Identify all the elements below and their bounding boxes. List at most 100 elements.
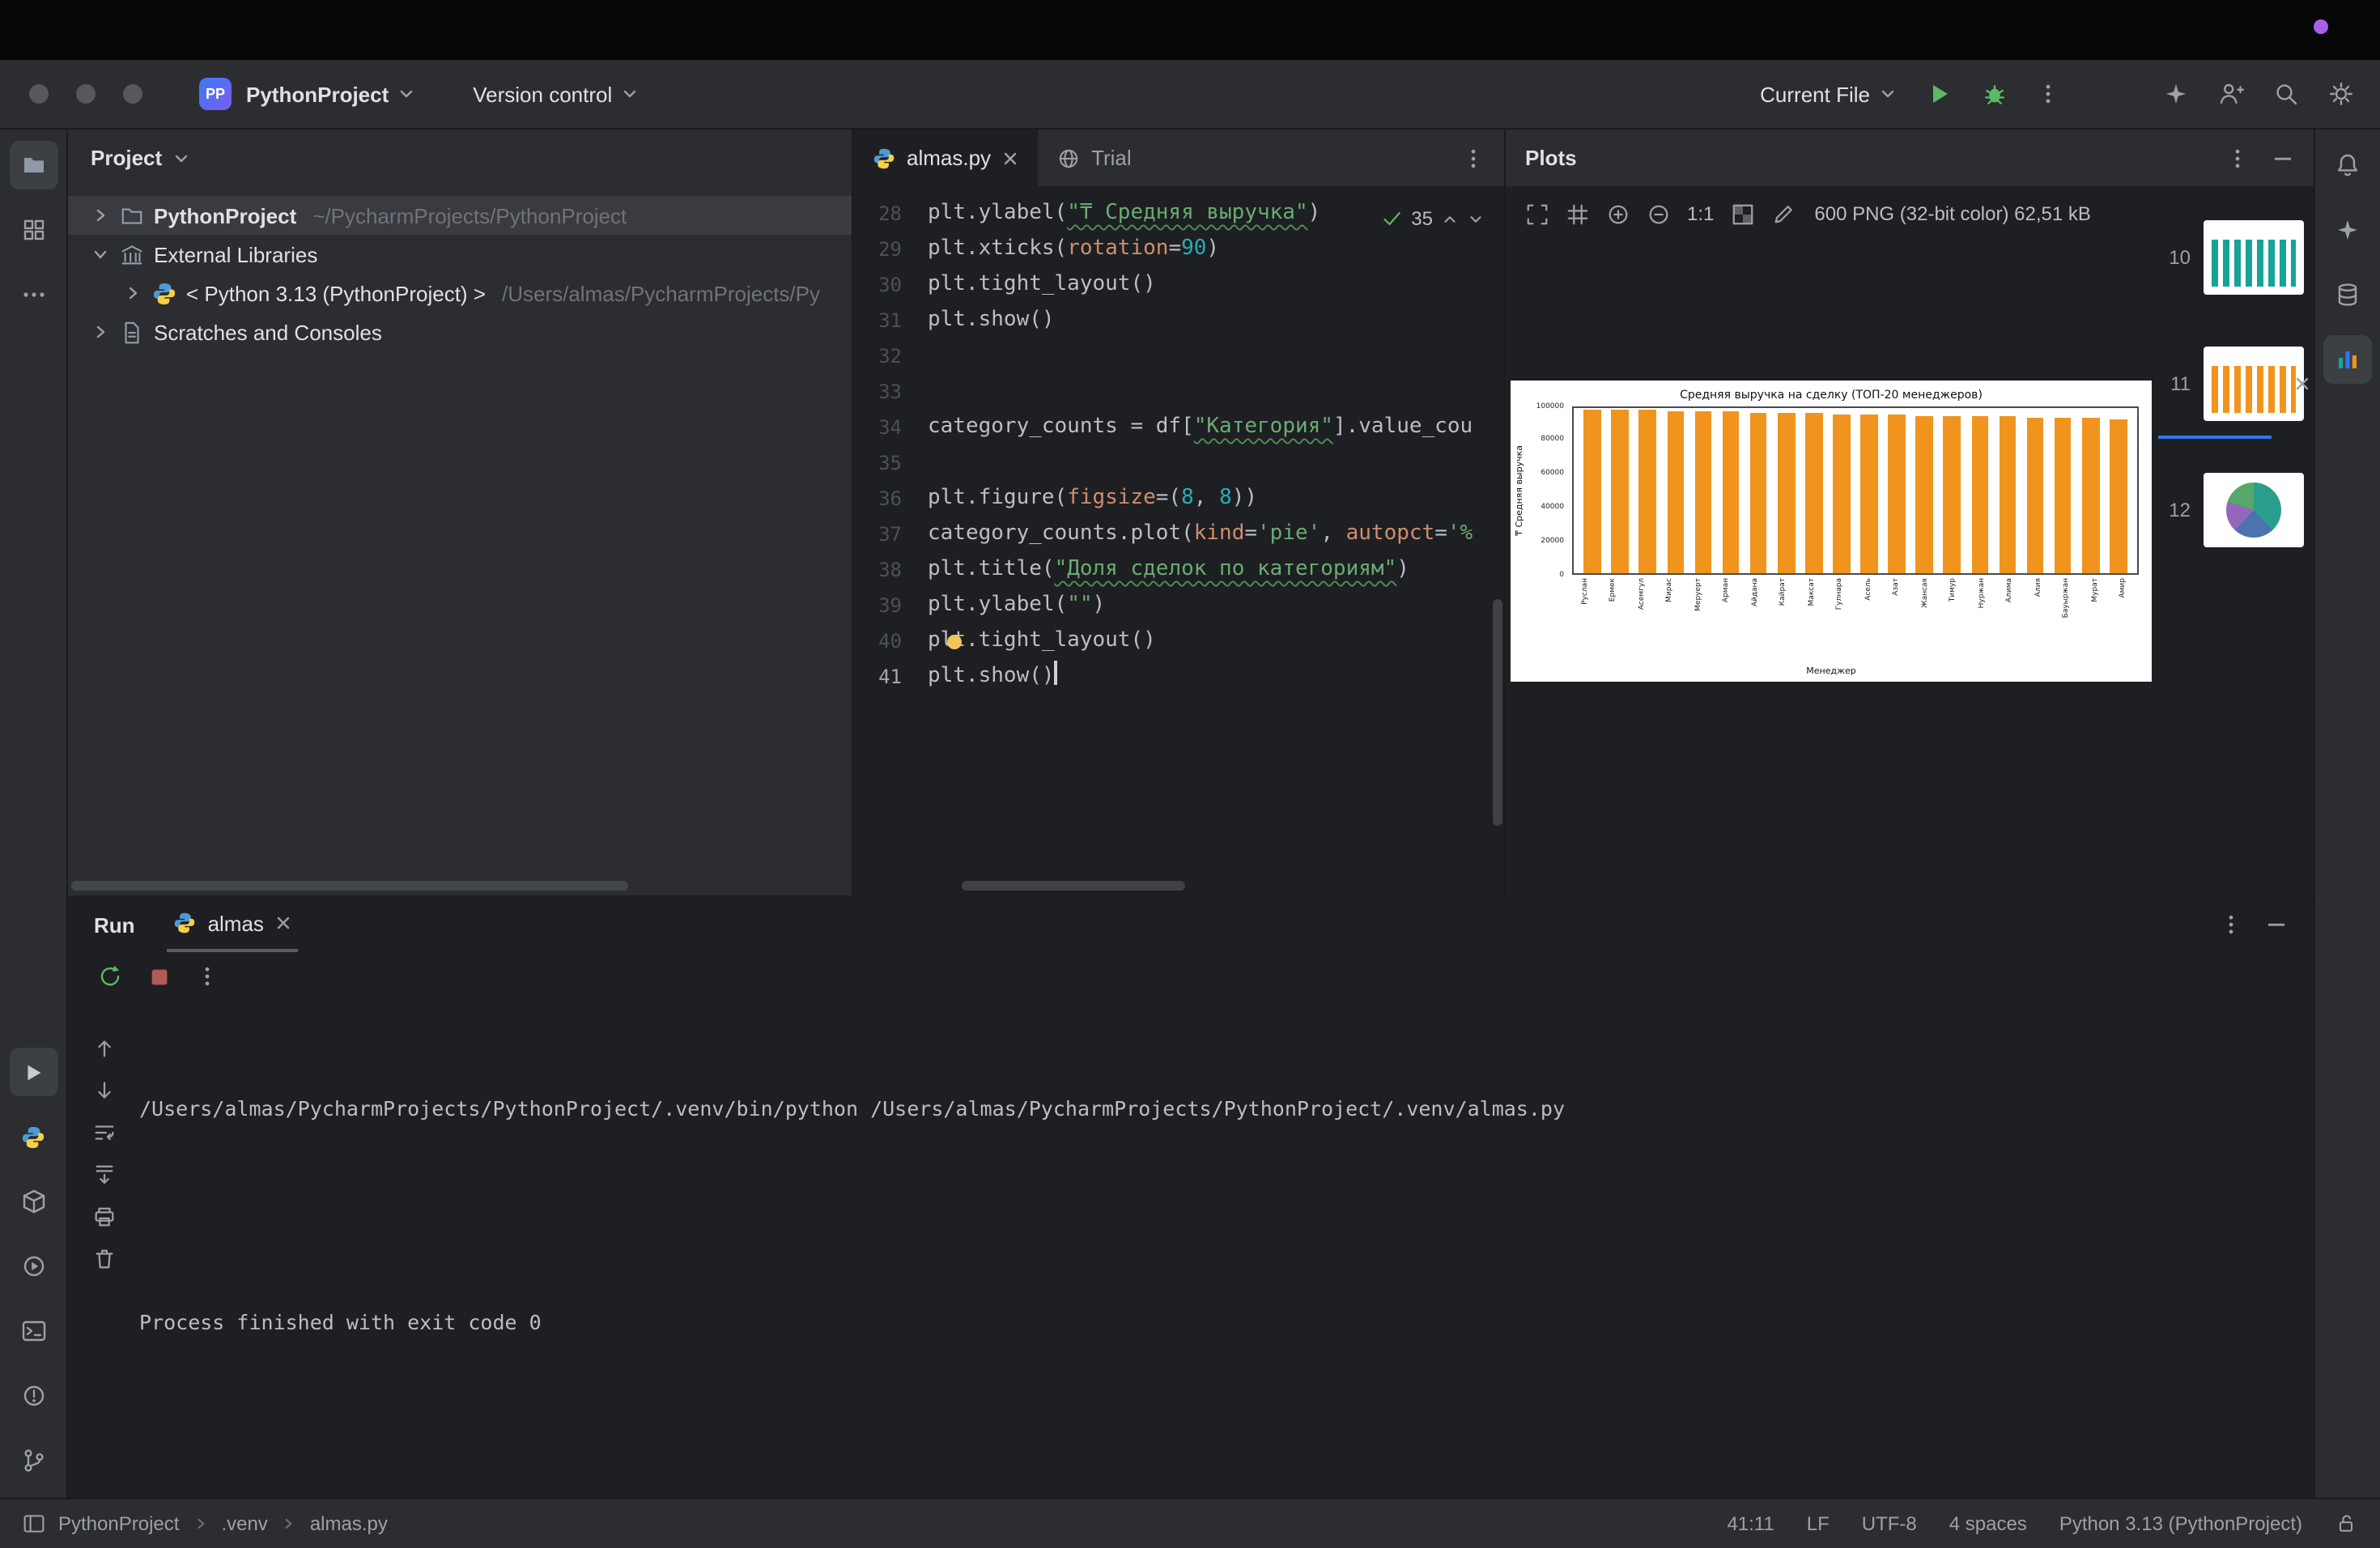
caret-position-widget[interactable]: 41:11 <box>1727 1512 1774 1535</box>
tool-notifications-button[interactable] <box>2323 141 2372 189</box>
indent-widget[interactable]: 4 spaces <box>1949 1512 2027 1535</box>
ai-assistant-icon[interactable] <box>2163 81 2189 107</box>
code-line[interactable]: 34category_counts = df["Категория"].valu… <box>853 410 1504 445</box>
breadcrumb-item[interactable]: almas.py <box>310 1512 388 1535</box>
window-layout-icon[interactable] <box>23 1512 45 1535</box>
minimize-icon[interactable] <box>2265 913 2288 936</box>
next-problem-icon[interactable] <box>1467 210 1485 228</box>
tool-problems-button[interactable] <box>9 1372 57 1420</box>
run-options-kebab[interactable] <box>2220 913 2242 936</box>
editor-vertical-scrollbar[interactable] <box>1493 599 1502 826</box>
tool-structure-button[interactable] <box>9 206 57 254</box>
edit-pencil-icon[interactable] <box>1770 202 1795 226</box>
code-line[interactable]: 41plt.show() <box>853 659 1504 695</box>
chevron-down-icon[interactable] <box>91 245 110 264</box>
stop-icon[interactable] <box>147 964 172 989</box>
thumbnail-preview-bar-orange[interactable] <box>2204 347 2304 421</box>
breadcrumb-item[interactable]: .venv <box>221 1512 267 1535</box>
code-with-me-icon[interactable] <box>2218 81 2244 107</box>
thumbnail-preview-pie[interactable] <box>2204 473 2304 547</box>
vcs-widget[interactable]: Version control <box>473 82 640 106</box>
traffic-light-zoom[interactable] <box>123 84 142 104</box>
run-button[interactable] <box>1927 81 1953 107</box>
code-line[interactable]: 39plt.ylabel("") <box>853 588 1504 623</box>
code-line[interactable]: 31plt.show() <box>853 303 1504 338</box>
project-panel-header[interactable]: Project <box>68 130 852 186</box>
tree-row-scratches[interactable]: Scratches and Consoles <box>68 313 852 351</box>
code-line[interactable]: 38plt.title("Доля сделок по категориям") <box>853 552 1504 588</box>
line-separator-widget[interactable]: LF <box>1807 1512 1830 1535</box>
code-line[interactable]: 32 <box>853 338 1504 374</box>
close-icon[interactable] <box>2294 376 2310 392</box>
plot-thumbnail-10[interactable]: 10 <box>2152 215 2314 300</box>
print-icon[interactable] <box>91 1205 116 1229</box>
tool-project-button[interactable] <box>9 141 57 189</box>
intention-bulb-dot[interactable] <box>947 635 962 649</box>
project-horizontal-scrollbar[interactable] <box>71 881 628 891</box>
scroll-to-end-icon[interactable] <box>91 1163 116 1187</box>
code-area[interactable]: 28plt.ylabel("₸ Средняя выручка")29plt.x… <box>853 186 1504 895</box>
project-widget[interactable]: PythonProject <box>246 82 416 106</box>
tool-version-control-button[interactable] <box>9 1436 57 1485</box>
search-everywhere-icon[interactable] <box>2273 81 2299 107</box>
prev-problem-icon[interactable] <box>1441 210 1459 228</box>
inspection-widget[interactable]: 35 <box>1380 207 1485 230</box>
zoom-level-label[interactable]: 1:1 <box>1687 202 1714 225</box>
code-line[interactable]: 37category_counts.plot(kind='pie', autop… <box>853 517 1504 552</box>
code-line[interactable]: 40plt.tight_layout() <box>853 623 1504 659</box>
plot-thumbnail-12[interactable]: 12 <box>2152 468 2314 552</box>
transparency-checker-icon[interactable] <box>1730 202 1754 226</box>
plot-thumbnail-11[interactable]: 11 <box>2152 342 2314 426</box>
code-line[interactable]: 35 <box>853 445 1504 481</box>
tool-database-button[interactable] <box>2323 270 2372 319</box>
traffic-light-minimize[interactable] <box>76 84 96 104</box>
rerun-icon[interactable] <box>97 963 123 989</box>
run-configuration-selector[interactable]: Current File <box>1760 82 1898 106</box>
tree-row-pythonproject[interactable]: PythonProject ~/PycharmProjects/PythonPr… <box>68 196 852 235</box>
tree-row-python-interpreter[interactable]: < Python 3.13 (PythonProject) > /Users/a… <box>68 274 852 313</box>
breadcrumb-item[interactable]: PythonProject <box>58 1512 179 1535</box>
editor-horizontal-scrollbar[interactable] <box>962 881 1185 891</box>
lock-icon[interactable] <box>2335 1512 2357 1535</box>
soft-wrap-icon[interactable] <box>91 1121 116 1145</box>
chevron-right-icon[interactable] <box>91 206 110 225</box>
traffic-light-close[interactable] <box>29 84 49 104</box>
close-icon[interactable] <box>275 915 291 931</box>
tool-terminal-button[interactable] <box>9 1307 57 1355</box>
actual-size-grid-icon[interactable] <box>1566 202 1590 226</box>
plots-options-kebab[interactable] <box>2226 147 2249 169</box>
editor-tab-trial[interactable]: Trial <box>1038 130 1151 186</box>
zoom-out-icon[interactable] <box>1647 202 1671 226</box>
run-console[interactable]: /Users/almas/PycharmProjects/PythonProje… <box>139 1001 2314 1498</box>
zoom-in-icon[interactable] <box>1606 202 1630 226</box>
code-line[interactable]: 33 <box>853 374 1504 410</box>
run-tab-almas[interactable]: almas <box>168 897 298 952</box>
chevron-right-icon[interactable] <box>91 322 110 342</box>
fit-to-window-icon[interactable] <box>1525 202 1549 226</box>
settings-gear-icon[interactable] <box>2328 81 2354 107</box>
tool-services-button[interactable] <box>9 1242 57 1291</box>
more-actions-kebab[interactable] <box>2037 83 2059 105</box>
plot-image[interactable]: Средняя выручка на сделку (ТОП-20 менедж… <box>1511 381 2152 682</box>
close-icon[interactable] <box>1002 150 1018 166</box>
thumbnail-preview-bar-teal[interactable] <box>2204 220 2304 295</box>
down-stacktrace-icon[interactable] <box>91 1078 116 1103</box>
code-line[interactable]: 36plt.figure(figsize=(8, 8)) <box>853 481 1504 517</box>
chevron-right-icon[interactable] <box>123 283 142 303</box>
tool-ai-assistant-button[interactable] <box>2323 206 2372 254</box>
code-line[interactable]: 30plt.tight_layout() <box>853 267 1504 303</box>
code-line[interactable]: 29plt.xticks(rotation=90) <box>853 232 1504 267</box>
minimize-icon[interactable] <box>2272 147 2294 169</box>
interpreter-widget[interactable]: Python 3.13 (PythonProject) <box>2059 1512 2302 1535</box>
editor-tab-almas[interactable]: almas.py <box>853 130 1038 186</box>
clear-all-trash-icon[interactable] <box>91 1247 116 1271</box>
encoding-widget[interactable]: UTF-8 <box>1862 1512 1917 1535</box>
editor-tab-options[interactable] <box>1443 130 1504 186</box>
tool-plots-button[interactable] <box>2323 335 2372 384</box>
tree-row-external-libraries[interactable]: External Libraries <box>68 235 852 274</box>
tool-run-button[interactable] <box>9 1048 57 1096</box>
tool-python-console-button[interactable] <box>9 1112 57 1161</box>
tool-packages-button[interactable] <box>9 1177 57 1226</box>
tool-more-button[interactable] <box>9 270 57 319</box>
console-kebab-icon[interactable] <box>196 965 219 988</box>
